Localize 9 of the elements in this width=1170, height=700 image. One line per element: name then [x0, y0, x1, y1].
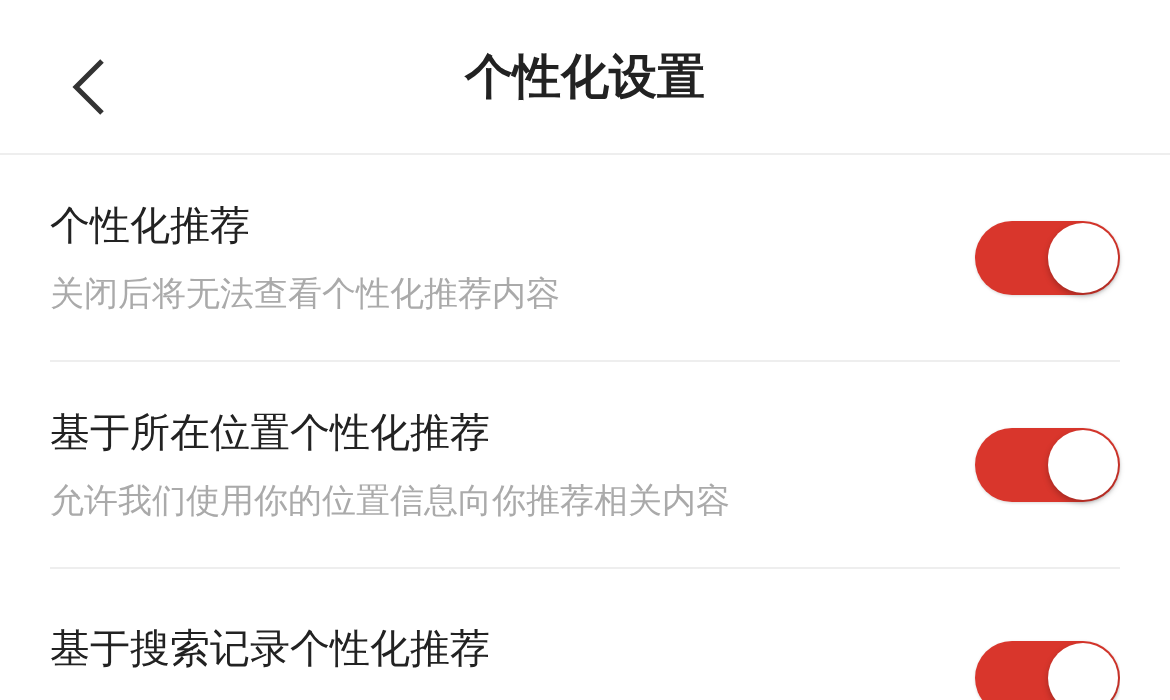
toggle-switch[interactable] [975, 641, 1120, 700]
setting-title: 基于所在位置个性化推荐 [50, 408, 491, 457]
setting-description: 允许我们使用你的位置信息向你推荐相关内容 [50, 479, 731, 522]
setting-title: 个性化推荐 [50, 201, 251, 250]
toggle-switch[interactable] [975, 427, 1120, 502]
toggle-switch[interactable] [975, 220, 1120, 295]
setting-description: 关闭后将无法查看个性化推荐内容 [50, 272, 561, 315]
page-title: 个性化设置 [465, 46, 705, 106]
setting-title: 基于搜索记录个性化推荐 [50, 624, 491, 673]
